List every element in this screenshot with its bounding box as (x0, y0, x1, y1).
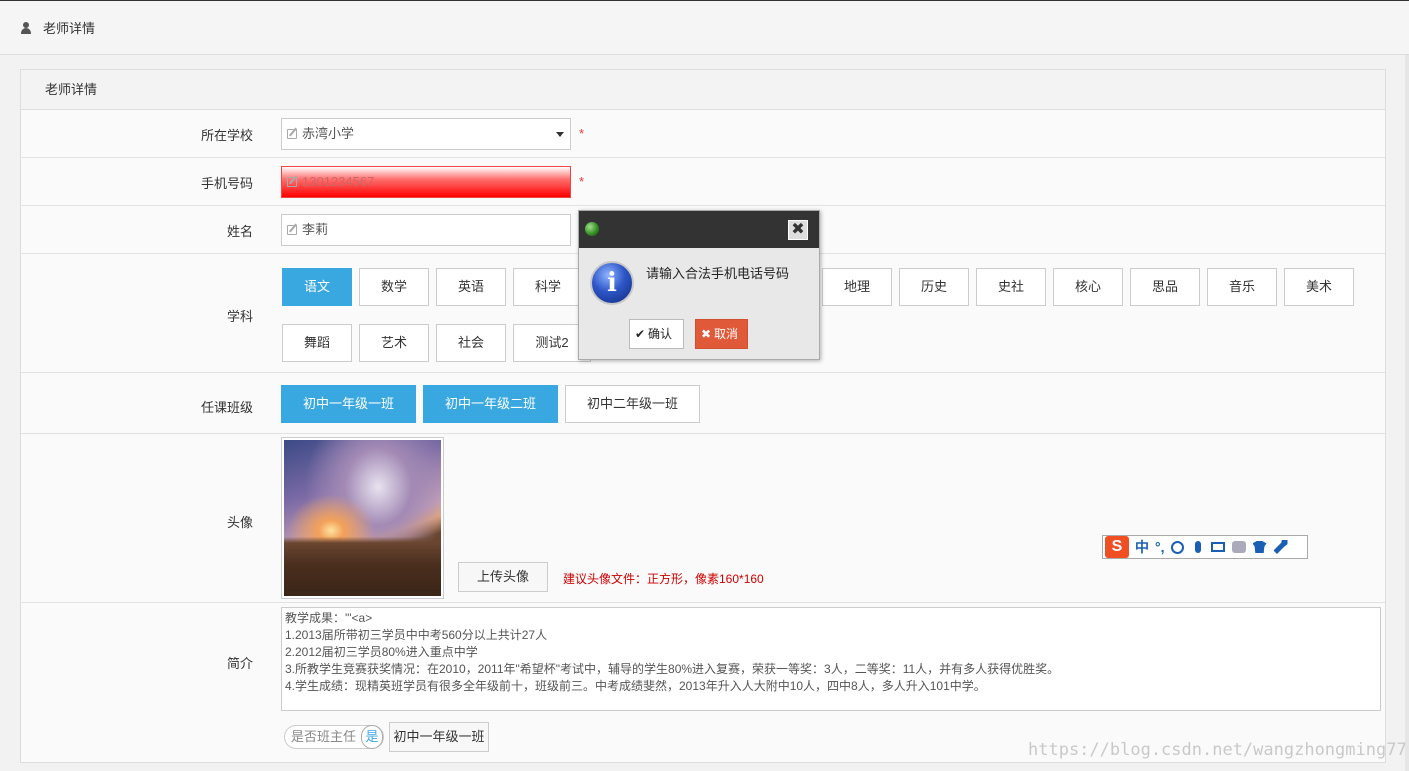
intro-line: 2.2012届初三学员80%进入重点中学 (285, 645, 478, 659)
required-mark: * (579, 174, 585, 189)
avatar-row: 头像 上传头像 建议头像文件：正方形，像素160*160 (21, 434, 1385, 603)
page-header: 老师详情 (0, 0, 1409, 55)
intro-line: 3.所教学生竞赛获奖情况：在2010，2011年"希望杯"考试中，辅导的学生80… (285, 662, 1060, 676)
classes-row: 任课班级 初中一年级一班 初中一年级二班 初中二年级一班 (21, 373, 1385, 434)
ime-mode[interactable]: 中 (1135, 537, 1149, 557)
name-label: 姓名 (226, 224, 253, 239)
emoji-icon[interactable] (1170, 540, 1184, 554)
ime-punct[interactable]: °, (1155, 539, 1165, 555)
info-icon: i (590, 261, 634, 305)
phone-label: 手机号码 (200, 176, 253, 191)
alert-dialog: ✖ i 请输入合法手机电话号码 ✔ 确认 ✖ 取消 (578, 210, 820, 360)
dialog-header: ✖ (579, 211, 819, 248)
head-teacher-toggle[interactable]: 是否班主任 是 (284, 725, 384, 749)
subject-chip[interactable]: 语文 (282, 268, 352, 306)
ime-toolbar[interactable]: S 中 °, (1102, 535, 1308, 559)
scrollbar[interactable] (1405, 55, 1409, 771)
subject-chip[interactable]: 数学 (359, 268, 429, 306)
school-row: 所在学校 赤湾小学 * (21, 110, 1385, 158)
confirm-label: 确认 (648, 327, 673, 341)
phone-row: 手机号码 1301234567 * (21, 158, 1385, 206)
subject-chip[interactable]: 核心 (1053, 268, 1123, 306)
user-icon[interactable] (1231, 541, 1246, 553)
teacher-detail-panel: 老师详情 所在学校 赤湾小学 * 手机号码 1301234567 * 姓名 李莉… (20, 69, 1386, 763)
skin-icon[interactable] (1252, 541, 1267, 553)
subject-chip[interactable]: 美术 (1284, 268, 1354, 306)
watermark: https://blog.csdn.net/wangzhongming77 (1028, 740, 1407, 760)
subject-chip[interactable]: 地理 (822, 268, 892, 306)
subject-chip[interactable]: 社会 (436, 324, 506, 362)
intro-label: 简介 (226, 656, 253, 671)
school-value: 赤湾小学 (302, 126, 355, 141)
class-chip[interactable]: 初中一年级一班 (281, 385, 416, 423)
subject-chip[interactable]: 史社 (976, 268, 1046, 306)
caret-down-icon (556, 132, 564, 137)
panel-title: 老师详情 (21, 70, 1385, 110)
subject-chip[interactable]: 英语 (436, 268, 506, 306)
app-logo-icon (585, 222, 599, 236)
ime-logo-icon[interactable]: S (1105, 536, 1129, 558)
school-label: 所在学校 (200, 128, 253, 143)
check-icon: ✔ (635, 327, 646, 341)
avatar-hint: 建议头像文件：正方形，像素160*160 (563, 572, 764, 586)
name-input[interactable]: 李莉 (281, 214, 571, 246)
page-title: 老师详情 (43, 21, 96, 36)
class-chip[interactable]: 初中二年级一班 (565, 385, 700, 423)
subject-chip[interactable]: 思品 (1130, 268, 1200, 306)
cross-icon: ✖ (701, 327, 712, 341)
intro-line: 1.2013届所带初三学员中中考560分以上共计27人 (285, 628, 548, 642)
wrench-icon[interactable] (1273, 540, 1288, 554)
edit-icon (287, 129, 297, 139)
dialog-message: 请输入合法手机电话号码 (646, 266, 790, 281)
subject-chip[interactable]: 科学 (513, 268, 583, 306)
subject-chip[interactable]: 艺术 (359, 324, 429, 362)
upload-avatar-button[interactable]: 上传头像 (458, 562, 548, 592)
school-select[interactable]: 赤湾小学 (281, 118, 571, 150)
phone-value: 1301234567 (302, 174, 375, 189)
subject-chip[interactable]: 历史 (899, 268, 969, 306)
avatar-label: 头像 (226, 515, 253, 530)
subject-label: 学科 (226, 309, 253, 324)
toggle-knob: 是 (361, 725, 383, 749)
head-teacher-label: 是否班主任 (291, 729, 357, 744)
intro-row: 简介 教学成果：'"<a> 1.2013届所带初三学员中中考560分以上共计27… (21, 603, 1385, 763)
subject-chip[interactable]: 音乐 (1207, 268, 1277, 306)
phone-input[interactable]: 1301234567 (281, 166, 571, 198)
name-value: 李莉 (302, 222, 329, 237)
head-teacher-class[interactable]: 初中一年级一班 (389, 722, 489, 752)
keyboard-icon[interactable] (1210, 542, 1225, 552)
intro-line: 教学成果：'"<a> (285, 611, 373, 625)
intro-line: 4.学生成绩：现精英班学员有很多全年级前十，班级前三。中考成绩斐然，2013年升… (285, 679, 986, 693)
edit-icon (287, 177, 297, 187)
microphone-icon[interactable] (1194, 541, 1201, 553)
cancel-label: 取消 (714, 327, 739, 341)
avatar-image (281, 437, 444, 599)
cancel-button[interactable]: ✖ 取消 (695, 319, 748, 349)
required-mark: * (579, 126, 585, 141)
confirm-button[interactable]: ✔ 确认 (629, 319, 684, 349)
classes-label: 任课班级 (200, 400, 253, 415)
class-chip[interactable]: 初中一年级二班 (423, 385, 558, 423)
intro-textarea[interactable]: 教学成果：'"<a> 1.2013届所带初三学员中中考560分以上共计27人 2… (281, 607, 1381, 711)
user-icon (20, 21, 32, 34)
close-icon[interactable]: ✖ (788, 220, 808, 240)
edit-icon (287, 225, 297, 235)
subject-chip[interactable]: 舞蹈 (282, 324, 352, 362)
